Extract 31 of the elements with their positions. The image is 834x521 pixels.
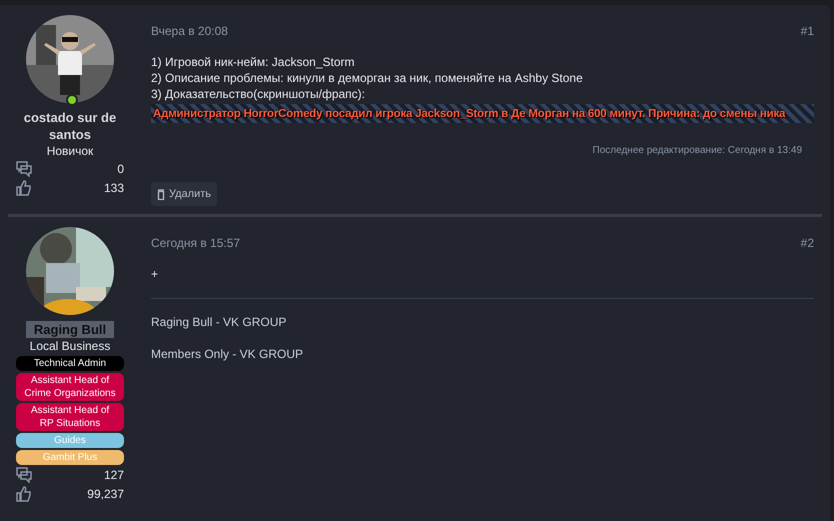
post-text: 1) Игровой ник-нейм: Jackson_Storm	[151, 54, 356, 70]
username[interactable]: costado sur de santos	[8, 109, 132, 143]
user-banner: Assistant Head of Crime Organizations	[16, 373, 124, 401]
post-text: 2) Описание проблемы: кинули в деморган за ник, поменяйте на Ashby Stone	[151, 70, 584, 86]
message-count: 0	[117, 161, 124, 177]
user-title: Local Business	[30, 338, 110, 354]
reaction-count: 133	[104, 180, 124, 196]
post-number[interactable]: #1	[800, 22, 814, 40]
signature-line[interactable]: Members Only - VK GROUP	[151, 345, 814, 363]
user-banner: Guides	[16, 433, 124, 448]
thumbs-up-icon	[16, 486, 32, 502]
messages-icon	[16, 467, 32, 483]
delete-button[interactable]: Удалить	[151, 182, 217, 206]
post-text: +	[151, 266, 160, 282]
user-banner: Gambit Plus	[16, 450, 124, 465]
trash-icon	[157, 188, 165, 200]
reaction-count: 99,237	[87, 486, 124, 502]
user-banner: Technical Admin	[16, 356, 124, 371]
message-count: 127	[104, 467, 124, 483]
username[interactable]: Raging Bull	[26, 321, 114, 338]
last-edited-note: Последнее редактирование: Сегодня в 13:49	[592, 144, 802, 158]
user-banner: Assistant Head of RP Situations	[16, 403, 124, 431]
post-number[interactable]: #2	[800, 234, 814, 252]
chat-screenshot: Администратор HorrorComedy посадил игрока Jackson_Storm в Де Морган на 600 минут. Причина: до смены ника	[151, 104, 814, 123]
thumbs-up-icon	[16, 180, 32, 196]
post-text: 3) Доказательство(скриншоты/фрапс):	[151, 86, 366, 102]
post-date[interactable]: Сегодня в 15:57	[151, 234, 240, 252]
messages-icon	[16, 161, 32, 177]
user-title: Новичок	[46, 143, 94, 159]
signature-line[interactable]: Raging Bull - VK GROUP	[151, 313, 814, 331]
post-date[interactable]: Вчера в 20:08	[151, 22, 228, 40]
